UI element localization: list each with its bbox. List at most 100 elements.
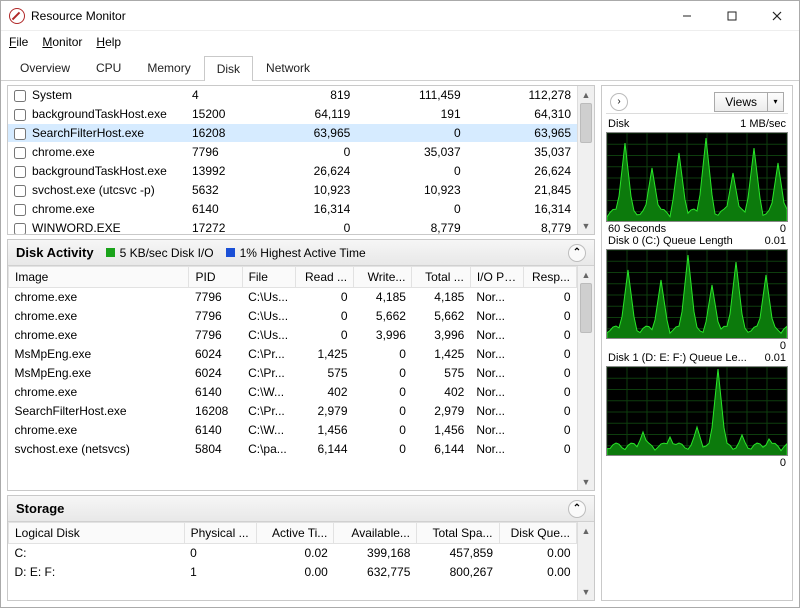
table-row[interactable]: chrome.exe7796035,03735,037 [8,143,577,162]
window-title: Resource Monitor [31,9,664,23]
cell-write: 8,779 [356,219,466,235]
table-row[interactable]: svchost.exe (netsvcs)5804C:\pa...6,14406… [9,440,577,459]
col-image[interactable]: Image [9,267,189,288]
cell-resp: 0 [523,326,576,345]
close-button[interactable] [754,1,799,30]
col-total[interactable]: Total Spa... [416,523,499,544]
table-row[interactable]: D: E: F:10.00632,775800,2670.00 [9,563,577,582]
cell-write: 3,996 [354,326,412,345]
maximize-button[interactable] [709,1,754,30]
cell-queue: 0.00 [499,544,576,563]
cell-read: 575 [295,364,353,383]
row-checkbox[interactable] [8,86,26,105]
cell-write: 35,037 [356,143,466,162]
cell-read: 6,144 [295,440,353,459]
processes-scrollbar[interactable]: ▲ ▼ [577,86,594,234]
col-resp[interactable]: Resp... [523,267,576,288]
cell-resp: 0 [523,383,576,402]
col-queue[interactable]: Disk Que... [499,523,576,544]
activity-scrollbar[interactable]: ▲ ▼ [577,266,594,490]
disk-activity-header[interactable]: Disk Activity 5 KB/sec Disk I/O 1% Highe… [8,240,594,266]
table-row[interactable]: chrome.exe6140C:\W...4020402Nor...0 [9,383,577,402]
chart-title-left: Disk 1 (D: E: F:) Queue Le... [608,352,747,364]
col-pdisk[interactable]: Physical ... [184,523,256,544]
green-square-icon [106,248,115,257]
chart-block: Disk1 MB/sec60 Seconds0 [606,118,788,235]
col-file[interactable]: File [242,267,295,288]
col-read[interactable]: Read ... [295,267,353,288]
row-checkbox[interactable] [8,219,26,235]
chart-canvas [606,132,788,222]
storage-scrollbar[interactable]: ▲ ▼ [577,522,594,600]
collapse-button[interactable]: ⌃ [568,244,586,262]
cell-image: System [26,86,186,105]
cell-avail: 399,168 [334,544,417,563]
row-checkbox[interactable] [8,200,26,219]
cell-prio: Nor... [470,364,523,383]
expand-charts-button[interactable]: › [610,93,628,111]
chart-title-left: Disk [608,118,629,130]
table-row[interactable]: WINWORD.EXE1727208,7798,779 [8,219,577,235]
col-ldisk[interactable]: Logical Disk [9,523,185,544]
col-pid[interactable]: PID [189,267,242,288]
table-row[interactable]: MsMpEng.exe6024C:\Pr...1,42501,425Nor...… [9,345,577,364]
row-checkbox[interactable] [8,143,26,162]
cell-total: 5,662 [412,307,470,326]
cell-pdisk: 1 [184,563,256,582]
col-avail[interactable]: Available... [334,523,417,544]
row-checkbox[interactable] [8,162,26,181]
cell-image: chrome.exe [26,143,186,162]
cell-file: C:\pa... [242,440,295,459]
table-row[interactable]: MsMpEng.exe6024C:\Pr...5750575Nor...0 [9,364,577,383]
table-row[interactable]: chrome.exe7796C:\Us...03,9963,996Nor...0 [9,326,577,345]
views-splitbutton[interactable]: Views ▾ [714,92,784,112]
table-row[interactable]: chrome.exe6140C:\W...1,45601,456Nor...0 [9,421,577,440]
table-row[interactable]: chrome.exe614016,314016,314 [8,200,577,219]
col-active[interactable]: Active Ti... [256,523,333,544]
cell-write: 4,185 [354,288,412,307]
storage-header[interactable]: Storage ⌃ [8,496,594,522]
table-row[interactable]: chrome.exe7796C:\Us...05,6625,662Nor...0 [9,307,577,326]
cell-write: 10,923 [356,181,466,200]
col-total[interactable]: Total ... [412,267,470,288]
cell-file: C:\Us... [242,326,295,345]
cell-read: 0 [246,219,356,235]
row-checkbox[interactable] [8,124,26,143]
cell-prio: Nor... [470,383,523,402]
cell-file: C:\Pr... [242,364,295,383]
table-row[interactable]: backgroundTaskHost.exe1399226,624026,624 [8,162,577,181]
tab-cpu[interactable]: CPU [83,55,134,80]
menu-help[interactable]: Help [96,35,121,50]
row-checkbox[interactable] [8,105,26,124]
table-row[interactable]: svchost.exe (utcsvc -p)563210,92310,9232… [8,181,577,200]
table-row[interactable]: SearchFilterHost.exe1620863,965063,965 [8,124,577,143]
cell-write: 5,662 [354,307,412,326]
cell-image: chrome.exe [9,307,189,326]
tab-disk[interactable]: Disk [204,56,253,81]
tab-network[interactable]: Network [253,55,323,80]
tab-memory[interactable]: Memory [134,55,203,80]
cell-read: 0 [295,326,353,345]
menu-monitor[interactable]: Monitor [42,35,82,50]
col-write[interactable]: Write... [354,267,412,288]
table-row[interactable]: System4819111,459112,278 [8,86,577,105]
views-dropdown-icon[interactable]: ▾ [768,92,784,112]
cell-pid: 7796 [189,288,242,307]
menu-file[interactable]: File [9,35,28,50]
row-checkbox[interactable] [8,181,26,200]
col-prio[interactable]: I/O Pr... [470,267,523,288]
cell-total: 3,996 [412,326,470,345]
chart-block: Disk 1 (D: E: F:) Queue Le...0.010 [606,352,788,469]
chart-footer-left: 60 Seconds [608,223,666,235]
collapse-button[interactable]: ⌃ [568,500,586,518]
cell-resp: 0 [523,307,576,326]
table-row[interactable]: chrome.exe7796C:\Us...04,1854,185Nor...0 [9,288,577,307]
panel-processes: System4819111,459112,278backgroundTaskHo… [7,85,595,235]
views-label[interactable]: Views [714,92,768,112]
table-row[interactable]: SearchFilterHost.exe16208C:\Pr...2,97902… [9,402,577,421]
cell-total: 402 [412,383,470,402]
table-row[interactable]: C:00.02399,168457,8590.00 [9,544,577,563]
tab-overview[interactable]: Overview [7,55,83,80]
minimize-button[interactable] [664,1,709,30]
table-row[interactable]: backgroundTaskHost.exe1520064,11919164,3… [8,105,577,124]
